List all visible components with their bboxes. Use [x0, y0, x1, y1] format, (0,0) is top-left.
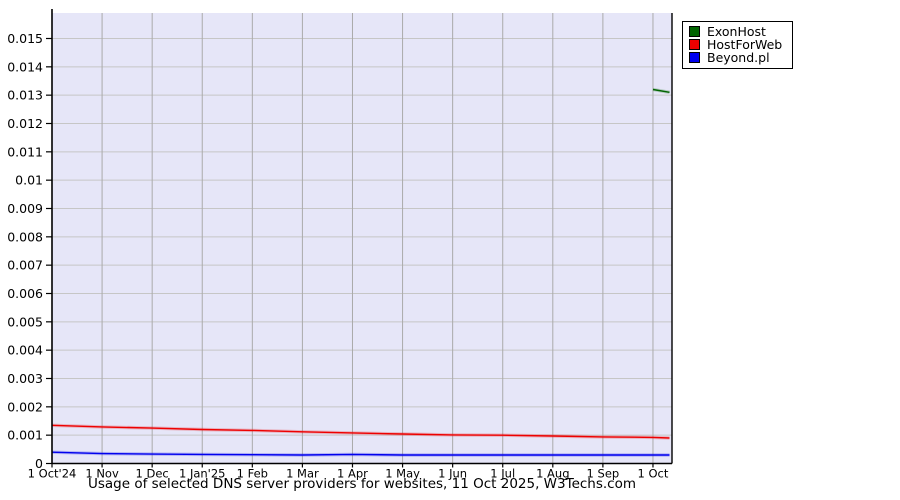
y-tick-label: 0.012 — [7, 116, 43, 131]
y-tick-label: 0.011 — [7, 144, 43, 159]
y-tick-label: 0.005 — [7, 314, 43, 329]
chart-title: Usage of selected DNS server providers f… — [87, 476, 637, 492]
legend-label: Beyond.pl — [707, 50, 770, 65]
y-tick-label: 0.007 — [7, 258, 43, 273]
y-tick-label: 0.001 — [7, 428, 43, 443]
y-tick-label: 0.013 — [7, 88, 43, 103]
legend-item-beyond-pl: Beyond.pl — [689, 51, 782, 64]
y-tick-label: 0.002 — [7, 399, 43, 414]
y-tick-label: 0.015 — [7, 31, 43, 46]
legend-swatch-icon — [689, 52, 700, 63]
y-tick-label: 0.003 — [7, 371, 43, 386]
y-tick-label: 0.004 — [7, 343, 43, 358]
y-tick-label: 0.009 — [7, 201, 43, 216]
page: { "chart_data": { "type": "line", "title… — [0, 0, 900, 500]
legend-swatch-icon — [689, 39, 700, 50]
y-tick-label: 0.01 — [15, 173, 43, 188]
y-tick-label: 0.006 — [7, 286, 43, 301]
y-tick-label: 0.014 — [7, 59, 43, 74]
plot-background — [52, 13, 672, 464]
y-tick-label: 0.008 — [7, 229, 43, 244]
legend: ExonHost HostForWeb Beyond.pl — [682, 21, 794, 69]
y-axis-labels: 0.015 0.014 0.013 0.012 0.011 0.01 0.009 0.008 0… — [7, 31, 43, 471]
legend-swatch-icon — [689, 26, 700, 37]
chart-canvas: 0.015 0.014 0.013 0.012 0.011 0.01 0.009 0.008 0… — [7, 9, 673, 481]
